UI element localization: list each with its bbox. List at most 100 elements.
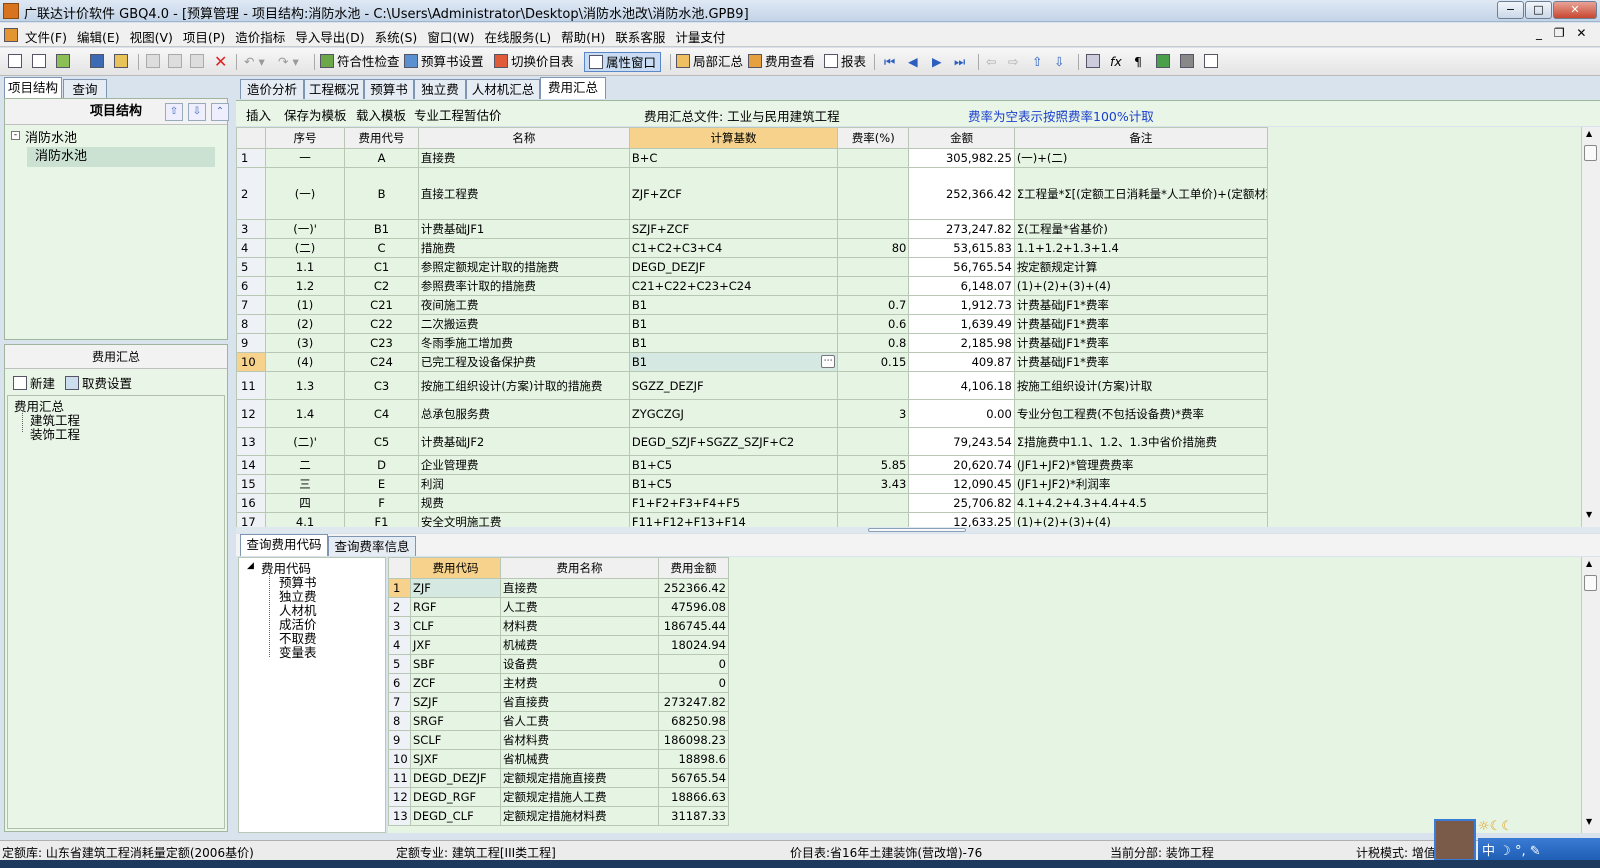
paragraph-icon[interactable]: ¶ — [1134, 52, 1142, 72]
menu-item-10[interactable]: 联系客服 — [610, 23, 670, 46]
cell-amount[interactable]: 12,633.25 — [908, 512, 1015, 527]
table-row[interactable]: 3 (一)' B1 计费基础JF1 SZJF+ZCF 273,247.82 Σ(工程量*省基… — [236, 219, 1269, 239]
cell-note[interactable]: 计费基础JF1*费率 — [1013, 352, 1269, 372]
code-cell-code[interactable]: SCLF — [410, 730, 501, 750]
property-window-button[interactable]: 属性窗口 — [584, 52, 662, 72]
code-cell-amount[interactable]: 18898.6 — [658, 749, 729, 769]
restore-button[interactable]: □ — [1525, 1, 1552, 19]
fee-settings-button[interactable]: 取费设置 — [65, 373, 132, 392]
row-number[interactable]: 3 — [236, 219, 266, 239]
code-row[interactable]: 4 JXF 机械费 18024.94 — [388, 635, 729, 655]
cell-note[interactable]: (JF1+JF2)*管理费费率 — [1013, 455, 1269, 475]
cell-base[interactable]: DEGD_DEZJF — [628, 257, 839, 277]
code-row[interactable]: 6 ZCF 主材费 0 — [388, 673, 729, 693]
col-header-fee-code[interactable]: 费用代码 — [410, 557, 501, 579]
code-cell-code[interactable]: SJXF — [410, 749, 501, 769]
move-down-icon[interactable]: ⇩ — [188, 103, 206, 121]
cell-code[interactable]: C23 — [344, 333, 419, 353]
cell-code[interactable]: F — [344, 493, 419, 513]
cell-base[interactable]: SGZZ_DEZJF — [628, 371, 839, 400]
cell-code[interactable]: C21 — [344, 295, 419, 315]
cell-rate[interactable] — [837, 257, 910, 277]
menu-item-2[interactable]: 视图(V) — [125, 23, 178, 46]
tab-query[interactable]: 查询 — [63, 79, 107, 99]
cell-base[interactable]: B1 — [628, 333, 839, 353]
menu-item-3[interactable]: 项目(P) — [178, 23, 230, 46]
report-button[interactable]: 报表 — [824, 52, 866, 72]
tab-query-fee-code[interactable]: 查询费用代码 — [240, 534, 328, 556]
code-row-number[interactable]: 10 — [388, 749, 411, 769]
code-row-number[interactable]: 8 — [388, 711, 411, 731]
cell-note[interactable]: Σ(工程量*省基价) — [1013, 219, 1269, 239]
cell-note[interactable]: (一)+(二) — [1013, 148, 1269, 168]
base-edit-button[interactable]: ⋯ — [821, 355, 836, 368]
first-icon[interactable]: ⏮ — [884, 52, 895, 72]
menu-item-11[interactable]: 计量支付 — [670, 23, 730, 46]
code-cell-name[interactable]: 材料费 — [500, 616, 659, 636]
cell-seq[interactable]: (3) — [264, 333, 346, 353]
scroll-down-icon[interactable]: ▼ — [1586, 510, 1592, 519]
cell-code[interactable]: C5 — [344, 427, 419, 456]
estimate-button[interactable]: 专业工程暂估价 — [414, 105, 502, 124]
code-cell-name[interactable]: 人工费 — [500, 597, 659, 617]
cell-amount[interactable]: 1,912.73 — [908, 295, 1015, 315]
cell-amount[interactable]: 12,090.45 — [908, 474, 1015, 494]
cell-seq[interactable]: (一)' — [264, 219, 346, 239]
cell-code[interactable]: B1 — [344, 219, 419, 239]
tab-labor-material[interactable]: 人材机汇总 — [466, 79, 540, 99]
code-row-number[interactable]: 5 — [388, 654, 411, 674]
code-cell-amount[interactable]: 18866.63 — [658, 787, 729, 807]
code-cell-amount[interactable]: 18024.94 — [658, 635, 729, 655]
splitter[interactable] — [236, 527, 1600, 533]
table-row[interactable]: 16 四 F 规费 F1+F2+F3+F4+F5 25,706.82 4.1+4.2+4.3… — [236, 493, 1269, 513]
cell-seq[interactable]: (4) — [264, 352, 346, 372]
check-button[interactable]: 符合性检查 — [320, 52, 400, 72]
code-cell-code[interactable]: SRGF — [410, 711, 501, 731]
code-cell-amount[interactable]: 47596.08 — [658, 597, 729, 617]
move-up-icon[interactable]: ⇧ — [165, 103, 183, 121]
tree-root-node[interactable]: 消防水池 — [25, 127, 77, 146]
tab-fee-summary[interactable]: 费用汇总 — [540, 77, 606, 99]
table-row[interactable]: 9 (3) C23 冬雨季施工增加费 B1 0.8 2,185.98 计费基础JF1*费率 — [236, 333, 1269, 353]
tab-project-overview[interactable]: 工程概况 — [304, 79, 364, 99]
fee-view-button[interactable]: 费用查看 — [748, 52, 815, 72]
cell-base[interactable]: B1 — [628, 314, 839, 334]
menu-item-4[interactable]: 造价指标 — [230, 23, 290, 46]
fee-grid-scrollbar[interactable]: ▲ ▼ — [1581, 127, 1600, 527]
cell-seq[interactable]: 1.2 — [264, 276, 346, 296]
code-cell-amount[interactable]: 186098.23 — [658, 730, 729, 750]
cell-seq[interactable]: 三 — [264, 474, 346, 494]
menu-item-5[interactable]: 导入导出(D) — [290, 23, 369, 46]
cell-base[interactable]: C21+C22+C23+C24 — [628, 276, 839, 296]
cell-name[interactable]: 计费基础JF1 — [417, 219, 630, 239]
col-header-base[interactable]: 计算基数 — [628, 127, 839, 149]
cell-rate[interactable] — [837, 371, 910, 400]
cell-code[interactable]: C24 — [344, 352, 419, 372]
ime-avatar[interactable] — [1434, 819, 1476, 861]
row-number[interactable]: 7 — [236, 295, 266, 315]
col-header-code[interactable]: 费用代号 — [344, 127, 419, 149]
menu-item-8[interactable]: 在线服务(L) — [479, 23, 556, 46]
code-cell-amount[interactable]: 0 — [658, 673, 729, 693]
cell-note[interactable]: (JF1+JF2)*利润率 — [1013, 474, 1269, 494]
table-row[interactable]: 7 (1) C21 夜间施工费 B1 0.7 1,912.73 计费基础JF1*费率 — [236, 295, 1269, 315]
code-cell-code[interactable]: DEGD_CLF — [410, 806, 501, 826]
cell-amount[interactable]: 273,247.82 — [908, 219, 1015, 239]
cell-code[interactable]: C4 — [344, 399, 419, 428]
table-row[interactable]: 4 (二) C 措施费 C1+C2+C3+C4 80 53,615.83 1.1+1.2+1.… — [236, 238, 1269, 258]
cell-note[interactable]: 计费基础JF1*费率 — [1013, 314, 1269, 334]
cell-rate[interactable]: 0.7 — [837, 295, 910, 315]
scroll-up-icon[interactable]: ▲ — [1586, 129, 1592, 138]
cell-base[interactable]: ZJF+ZCF — [628, 167, 839, 220]
cell-amount[interactable]: 20,620.74 — [908, 455, 1015, 475]
row-number[interactable]: 14 — [236, 455, 266, 475]
cell-seq[interactable]: (二)' — [264, 427, 346, 456]
row-number[interactable]: 4 — [236, 238, 266, 258]
cell-name[interactable]: 总承包服务费 — [417, 399, 630, 428]
row-number[interactable]: 8 — [236, 314, 266, 334]
code-cell-code[interactable]: SBF — [410, 654, 501, 674]
table-row[interactable]: 15 三 E 利润 B1+C5 3.43 12,090.45 (JF1+JF2)*利润率 — [236, 474, 1269, 494]
code-row[interactable]: 10 SJXF 省机械费 18898.6 — [388, 749, 729, 769]
table-row[interactable]: 13 (二)' C5 计费基础JF2 DEGD_SZJF+SGZZ_SZJF+C2 79,… — [236, 427, 1269, 456]
cell-name[interactable]: 参照费率计取的措施费 — [417, 276, 630, 296]
